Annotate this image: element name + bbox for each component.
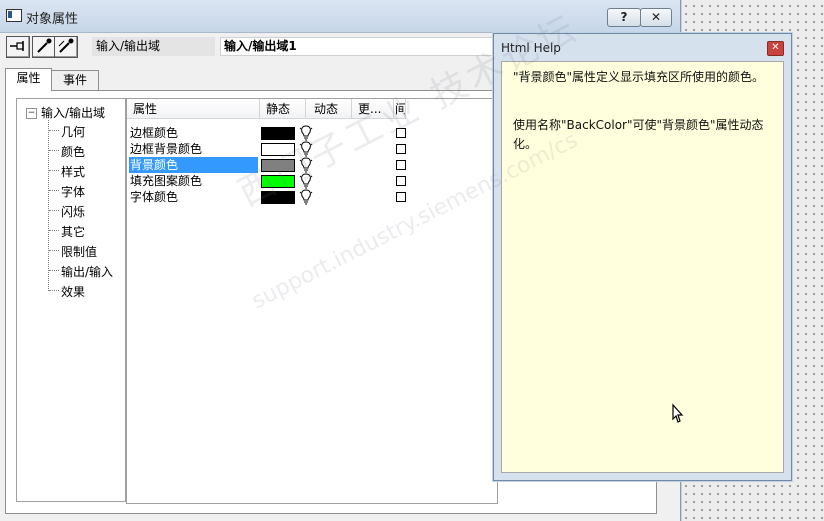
tree-connector (49, 290, 59, 291)
tree-connector (49, 190, 59, 191)
tree-connector (49, 170, 59, 171)
collapse-icon[interactable]: − (26, 108, 37, 119)
pipette-icon (37, 38, 52, 53)
pipette-button[interactable] (32, 36, 56, 58)
tree-item-colors[interactable]: 颜色 (61, 143, 85, 160)
tree-item-font[interactable]: 字体 (61, 183, 85, 200)
tree-item-flashing[interactable]: 闪烁 (61, 203, 85, 220)
column-header-static[interactable]: 静态 (260, 99, 306, 119)
tab-properties[interactable]: 属性 (5, 68, 52, 91)
tree-connector (49, 130, 59, 131)
tree-item-limits[interactable]: 限制值 (61, 243, 97, 260)
dialog-titlebar[interactable]: 对象属性 ? ✕ (0, 0, 680, 33)
tree-root[interactable]: 输入/输出域 (41, 104, 105, 121)
object-type-field: 输入/输出域 (92, 37, 215, 56)
close-button[interactable]: ✕ (640, 8, 672, 27)
help-paragraph: "背景颜色"属性定义显示填充区所使用的颜色。 (513, 70, 765, 84)
tree-item-effects[interactable]: 效果 (61, 283, 85, 300)
tree-guide-line (48, 120, 49, 291)
help-button[interactable]: ? (607, 8, 641, 27)
tree-item-output-input[interactable]: 输出/输入 (61, 263, 113, 280)
window-app-icon (6, 9, 22, 22)
indirect-checkbox[interactable] (396, 192, 406, 202)
tree-item-style[interactable]: 样式 (61, 163, 85, 180)
pipette-icon (58, 38, 74, 53)
tree-connector (49, 210, 59, 211)
lightbulb-icon[interactable] (299, 189, 313, 205)
html-help-window[interactable]: Html Help ✕ "背景颜色"属性定义显示填充区所使用的颜色。 使用名称"… (493, 33, 792, 481)
tree-item-geometry[interactable]: 几何 (61, 123, 85, 140)
help-close-icon[interactable]: ✕ (767, 41, 784, 56)
property-tree: − 输入/输出域 几何 颜色 样式 字体 闪烁 其它 限制值 输出/输入 效果 (16, 98, 126, 502)
tree-item-misc[interactable]: 其它 (61, 223, 85, 240)
dialog-title: 对象属性 (26, 12, 79, 27)
property-label: 边框颜色 (130, 126, 179, 140)
indirect-checkbox[interactable] (396, 160, 406, 170)
tree-connector (49, 270, 59, 271)
pipette-multi-button[interactable] (54, 36, 78, 58)
pin-button[interactable] (6, 36, 30, 58)
mouse-pointer-icon (672, 403, 684, 423)
tab-events[interactable]: 事件 (51, 70, 99, 90)
help-content: "背景颜色"属性定义显示填充区所使用的颜色。 使用名称"BackColor"可使… (501, 61, 784, 473)
tree-connector (49, 230, 59, 231)
property-label: 边框背景颜色 (130, 142, 203, 156)
indirect-checkbox[interactable] (396, 144, 406, 154)
tree-connector (49, 150, 59, 151)
pin-icon (10, 41, 24, 51)
indirect-checkbox[interactable] (396, 176, 406, 186)
column-header-property[interactable]: 属性 (127, 99, 260, 119)
tree-connector (49, 250, 59, 251)
